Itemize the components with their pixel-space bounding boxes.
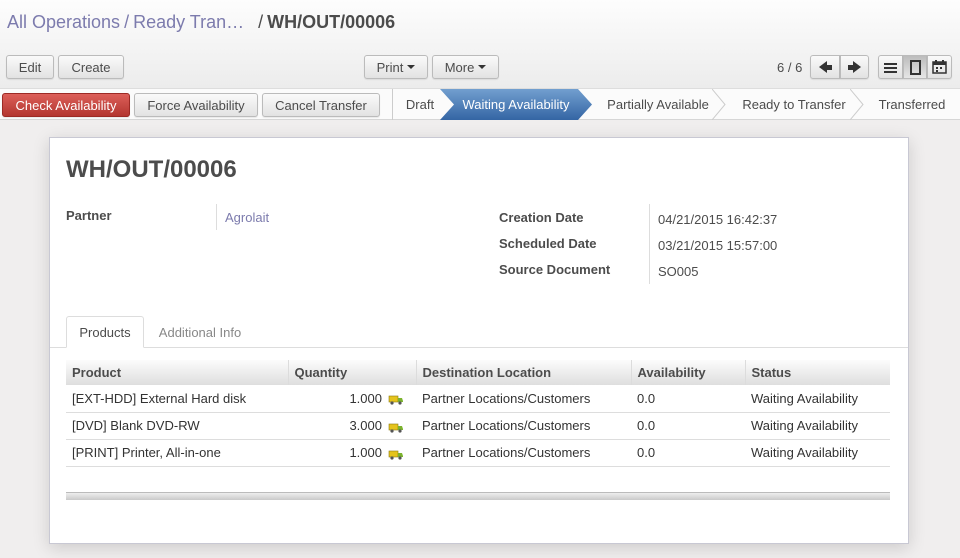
quantity-cell[interactable]: 3.000 [288,412,416,440]
availability-cell[interactable]: 0.0 [631,385,745,413]
list-view-button[interactable] [878,55,903,79]
quantity-cell[interactable]: 1.000 [288,439,416,467]
check-availability-label: Check Availability [15,97,117,113]
arrow-right-icon [853,61,861,73]
source-document-label: Source Document [499,262,611,277]
availability-cell[interactable]: 0.0 [631,412,745,440]
column-availability[interactable]: Availability [630,360,745,385]
breadcrumb-all-operations[interactable]: All Operations [7,12,120,32]
calendar-view-button[interactable] [927,55,952,79]
force-availability-button[interactable]: Force Availability [134,93,258,117]
quantity-cell[interactable]: 1.000 [288,385,416,413]
column-product[interactable]: Product [66,360,288,385]
table-header-row: Product Quantity Destination Location Av… [66,360,890,385]
form-sheet: WH/OUT/00006 Partner Agrolait Creation D… [49,137,909,544]
product-cell[interactable]: [DVD] Blank DVD-RW [66,412,288,440]
edit-button-label: Edit [18,59,42,75]
scheduled-date-label: Scheduled Date [499,236,597,251]
creation-date-value: 04/21/2015 16:42:37 [658,212,778,227]
pager-next-button[interactable] [840,55,869,79]
list-icon [884,62,897,73]
stage-chevron [712,89,726,120]
stage-partially-available[interactable]: Partially Available [592,89,724,120]
breadcrumb-separator: / [258,12,264,32]
table-row[interactable]: [DVD] Blank DVD-RW 3.000 Partner Locatio… [66,412,890,440]
stage-chevron [850,89,864,120]
column-destination-location[interactable]: Destination Location [415,360,631,385]
tab-products[interactable]: Products [66,316,144,348]
destination-cell[interactable]: Partner Locations/Customers [416,412,631,440]
partner-label: Partner [66,208,112,223]
table-row[interactable]: [PRINT] Printer, All-in-one 1.000 Partne… [66,439,890,467]
stage-draft-label: Draft [405,97,435,112]
create-button-label: Create [71,59,111,75]
quantity-value: 1.000 [349,445,382,460]
stage-ready-to-transfer-label: Ready to Transfer [742,97,846,112]
form-icon [909,59,921,75]
products-table: Product Quantity Destination Location Av… [66,360,890,467]
availability-cell[interactable]: 0.0 [631,439,745,467]
cancel-transfer-label: Cancel Transfer [275,97,367,113]
creation-date-label: Creation Date [499,210,584,225]
truck-icon[interactable] [382,391,410,406]
notebook-tabs: Products Additional Info [50,316,908,348]
tab-additional-info-label: Additional Info [158,324,242,340]
calendar-icon [932,60,947,74]
arrow-left-icon [818,61,827,73]
column-status[interactable]: Status [744,360,890,385]
destination-cell[interactable]: Partner Locations/Customers [416,439,631,467]
edit-button[interactable]: Edit [6,55,54,79]
truck-icon[interactable] [382,418,410,433]
field-divider [216,204,217,230]
quantity-value: 3.000 [349,418,382,433]
caret-down-icon [407,65,416,69]
print-label: Print [376,59,404,75]
more-label: More [444,59,475,75]
table-footer [66,492,890,500]
tab-products-label: Products [79,324,131,340]
record-title: WH/OUT/00006 [66,156,237,183]
stage-partially-available-label: Partially Available [607,97,709,112]
status-cell[interactable]: Waiting Availability [745,439,890,467]
breadcrumb-ready-transfer[interactable]: Ready Tran… [133,12,244,32]
status-bar: Check Availability Force Availability Ca… [0,88,960,120]
create-button[interactable]: Create [58,55,124,79]
pager-counter[interactable]: 6 / 6 [777,60,802,75]
partner-link[interactable]: Agrolait [225,210,269,225]
column-quantity[interactable]: Quantity [287,360,416,385]
form-view-button[interactable] [903,55,927,79]
breadcrumb-current: WH/OUT/00006 [267,12,396,32]
stage-draft[interactable]: Draft [392,89,448,120]
print-dropdown[interactable]: Print [364,55,428,79]
check-availability-button[interactable]: Check Availability [2,93,130,117]
control-panel: All Operations / Ready Tran… / WH/OUT/00006 … [0,0,960,88]
stage-ready-to-transfer[interactable]: Ready to Transfer [726,89,862,120]
stage-waiting-availability[interactable]: Waiting Availability [440,89,592,120]
source-document-value: SO005 [658,264,699,279]
quantity-value: 1.000 [349,390,382,406]
caret-down-icon [478,65,487,69]
stage-waiting-availability-label: Waiting Availability [462,97,570,112]
status-cell[interactable]: Waiting Availability [745,385,890,413]
cancel-transfer-button[interactable]: Cancel Transfer [262,93,380,117]
field-divider [649,204,650,284]
stage-transferred[interactable]: Transferred [864,89,960,120]
breadcrumb: All Operations / Ready Tran… / WH/OUT/00006 [7,12,395,33]
tab-additional-info[interactable]: Additional Info [146,316,254,348]
product-cell[interactable]: [EXT-HDD] External Hard disk [66,385,288,413]
scheduled-date-value: 03/21/2015 15:57:00 [658,238,778,253]
pager-previous-button[interactable] [810,55,840,79]
status-cell[interactable]: Waiting Availability [745,412,890,440]
force-availability-label: Force Availability [147,97,245,113]
arrow-stem [826,64,832,70]
destination-cell[interactable]: Partner Locations/Customers [416,385,631,413]
table-row[interactable]: [EXT-HDD] External Hard disk 1.000 Partn… [66,385,890,413]
more-dropdown[interactable]: More [432,55,499,79]
product-cell[interactable]: [PRINT] Printer, All-in-one [66,439,288,467]
truck-icon[interactable] [382,445,410,460]
breadcrumb-separator: / [124,12,130,32]
stage-transferred-label: Transferred [878,97,946,112]
